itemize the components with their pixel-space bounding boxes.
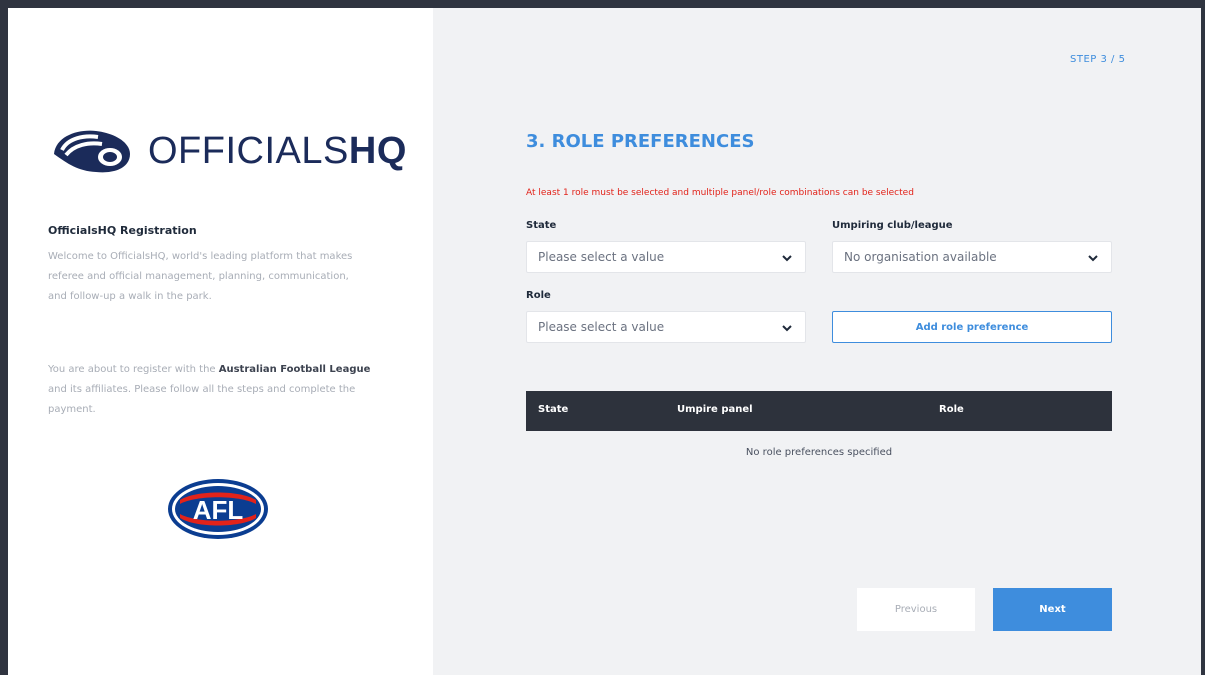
registration-title: OfficialsHQ Registration	[48, 224, 197, 237]
sidebar-panel	[8, 8, 433, 675]
role-preferences-table-header: State Umpire panel Role	[526, 391, 1112, 431]
state-select-value: Please select a value	[538, 250, 665, 264]
chevron-down-icon	[782, 325, 792, 332]
window-frame-right	[1201, 8, 1205, 675]
window-frame-left	[0, 8, 8, 675]
club-label: Umpiring club/league	[832, 220, 953, 231]
club-select-value: No organisation available	[844, 250, 997, 264]
chevron-down-icon	[782, 255, 792, 262]
validation-warning: At least 1 role must be selected and mul…	[526, 188, 914, 198]
club-select[interactable]: No organisation available	[832, 241, 1112, 273]
step-indicator: STEP 3 / 5	[1070, 54, 1126, 65]
afl-logo: AFL	[168, 479, 268, 539]
role-select-value: Please select a value	[538, 320, 665, 334]
column-header-state: State	[538, 404, 569, 415]
next-button[interactable]: Next	[993, 588, 1112, 631]
column-header-umpire-panel: Umpire panel	[677, 404, 753, 415]
chevron-down-icon	[1088, 255, 1098, 262]
register-info-text: You are about to register with the Austr…	[48, 364, 371, 415]
state-label: State	[526, 220, 557, 231]
officialshq-logo: OFFICIALSHQ	[48, 124, 407, 178]
add-role-preference-button[interactable]: Add role preference	[832, 311, 1112, 343]
state-select[interactable]: Please select a value	[526, 241, 806, 273]
welcome-text: Welcome to OfficialsHQ, world's leading …	[48, 251, 353, 302]
page-title: 3. ROLE PREFERENCES	[526, 131, 755, 152]
previous-button[interactable]: Previous	[857, 588, 975, 631]
window-frame-top	[0, 0, 1205, 8]
whistle-icon	[54, 130, 130, 173]
table-empty-message: No role preferences specified	[745, 447, 893, 458]
logo-wordmark: OFFICIALSHQ	[148, 129, 407, 172]
role-label: Role	[526, 290, 551, 301]
column-header-role: Role	[939, 404, 964, 415]
svg-text:AFL: AFL	[193, 495, 244, 525]
role-select[interactable]: Please select a value	[526, 311, 806, 343]
